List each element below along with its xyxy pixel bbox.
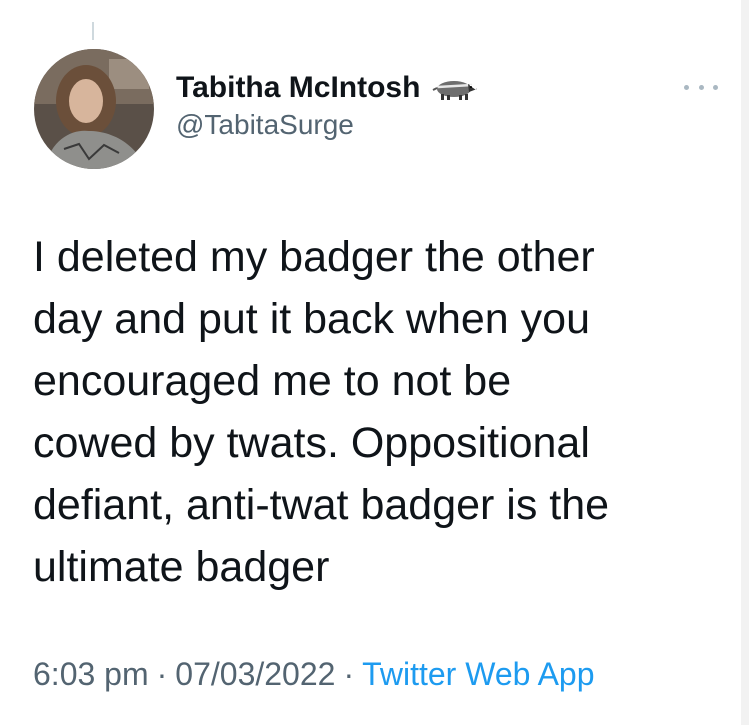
- author-handle[interactable]: @TabitaSurge: [176, 108, 478, 142]
- thread-connector-line: [92, 22, 94, 40]
- author-display-name[interactable]: Tabitha McIntosh: [176, 70, 420, 106]
- scrollbar-track[interactable]: [741, 0, 749, 725]
- avatar[interactable]: [34, 49, 154, 169]
- dot-icon: [684, 84, 689, 90]
- separator-dot: ·: [343, 656, 355, 692]
- separator-dot: ·: [156, 656, 168, 692]
- tweet-date[interactable]: 07/03/2022: [175, 656, 335, 692]
- tweet-time[interactable]: 6:03 pm: [33, 656, 149, 692]
- tweet-metadata: 6:03 pm · 07/03/2022 · Twitter Web App: [33, 654, 595, 694]
- dot-icon: [713, 84, 718, 90]
- dot-icon: [698, 84, 704, 90]
- tweet-text: I deleted my badger the other day and pu…: [33, 233, 610, 591]
- badger-icon: [433, 81, 478, 100]
- tweet-source-link[interactable]: Twitter Web App: [362, 656, 594, 692]
- tweet-author: Tabitha McIntosh @TabitaSurge: [176, 70, 478, 142]
- name-row: Tabitha McIntosh: [176, 70, 478, 106]
- more-options-icon[interactable]: [684, 80, 718, 94]
- avatar-photo: [34, 49, 154, 169]
